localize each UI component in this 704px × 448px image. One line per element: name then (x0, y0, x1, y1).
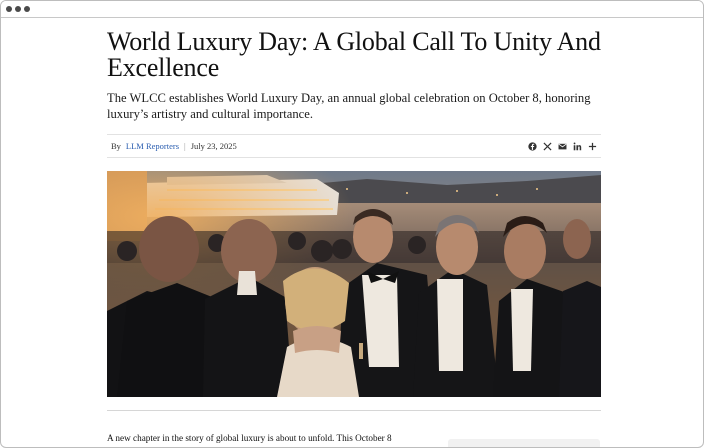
article-headline: World Luxury Day: A Global Call To Unity… (107, 27, 601, 82)
plus-icon[interactable] (588, 142, 597, 151)
share-bar (528, 141, 597, 151)
x-icon[interactable] (543, 141, 552, 151)
linkedin-icon[interactable] (573, 142, 582, 151)
byline-separator: | (184, 141, 186, 151)
window-control-close[interactable] (6, 6, 12, 12)
window-control-minimize[interactable] (15, 6, 21, 12)
facebook-icon[interactable] (528, 141, 537, 151)
article-body-first-line: A new chapter in the story of global lux… (107, 433, 392, 443)
email-icon[interactable] (558, 142, 567, 151)
article-dek: The WLCC establishes World Luxury Day, a… (107, 91, 591, 121)
article-meta-row: By LLM Reporters | July 23, 2025 (107, 134, 601, 158)
window-control-maximize[interactable] (24, 6, 30, 12)
browser-window: World Luxury Day: A Global Call To Unity… (0, 0, 704, 448)
hero-image (107, 171, 601, 397)
section-divider (107, 410, 601, 411)
byline-prefix: By (111, 141, 121, 151)
hero-photo-illustration (107, 171, 601, 397)
byline: By LLM Reporters | July 23, 2025 (111, 141, 237, 151)
publish-date: July 23, 2025 (190, 141, 237, 151)
author-link[interactable]: LLM Reporters (126, 141, 179, 151)
window-titlebar (1, 1, 703, 18)
sidebar-placeholder (448, 439, 600, 447)
article: World Luxury Day: A Global Call To Unity… (107, 29, 601, 411)
